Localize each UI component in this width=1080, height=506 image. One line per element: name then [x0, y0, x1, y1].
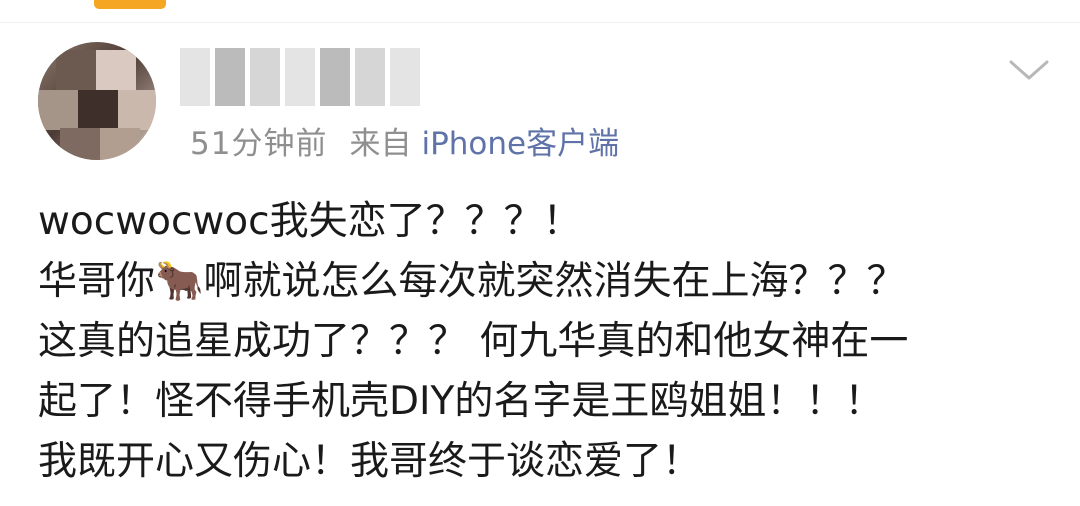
- post-device: iPhone客户端: [421, 125, 620, 162]
- post-line: 起了！怪不得手机壳DIY的名字是王鸥姐姐！！！: [38, 379, 884, 424]
- avatar-mosaic: [100, 128, 140, 160]
- username-mosaic: [215, 48, 245, 106]
- avatar-mosaic: [118, 90, 156, 130]
- chevron-down-icon[interactable]: [1008, 58, 1050, 82]
- avatar-mosaic: [56, 50, 96, 90]
- post-time: 51分钟前: [190, 125, 328, 162]
- avatar[interactable]: [38, 42, 156, 160]
- avatar-mosaic: [60, 128, 100, 160]
- post-line: wocwocwoc我失恋了？？？！: [38, 199, 582, 244]
- top-divider: [0, 22, 1080, 23]
- post-content: wocwocwoc我失恋了？？？！ 华哥你🐂啊就说怎么每次就突然消失在上海？？？…: [38, 192, 1048, 492]
- username-mosaic: [285, 48, 315, 106]
- post-line: 我既开心又伤心！我哥终于谈恋爱了！: [38, 439, 702, 484]
- username-mosaic: [355, 48, 385, 106]
- post-source-label: 来自: [349, 125, 412, 162]
- username-obscured[interactable]: [180, 48, 425, 106]
- username-mosaic: [180, 48, 210, 106]
- post-line: 华哥你🐂啊就说怎么每次就突然消失在上海？？？: [38, 259, 906, 304]
- username-mosaic: [390, 48, 420, 106]
- post-meta: 51分钟前 来自 iPhone客户端: [190, 118, 619, 162]
- avatar-mosaic: [78, 90, 118, 130]
- avatar-mosaic: [38, 90, 78, 130]
- avatar-mosaic: [96, 50, 136, 90]
- username-mosaic: [250, 48, 280, 106]
- post-line: 这真的追星成功了？？？ 何九华真的和他女神在一: [38, 319, 909, 364]
- top-accent-bar: [94, 0, 166, 9]
- username-mosaic: [320, 48, 350, 106]
